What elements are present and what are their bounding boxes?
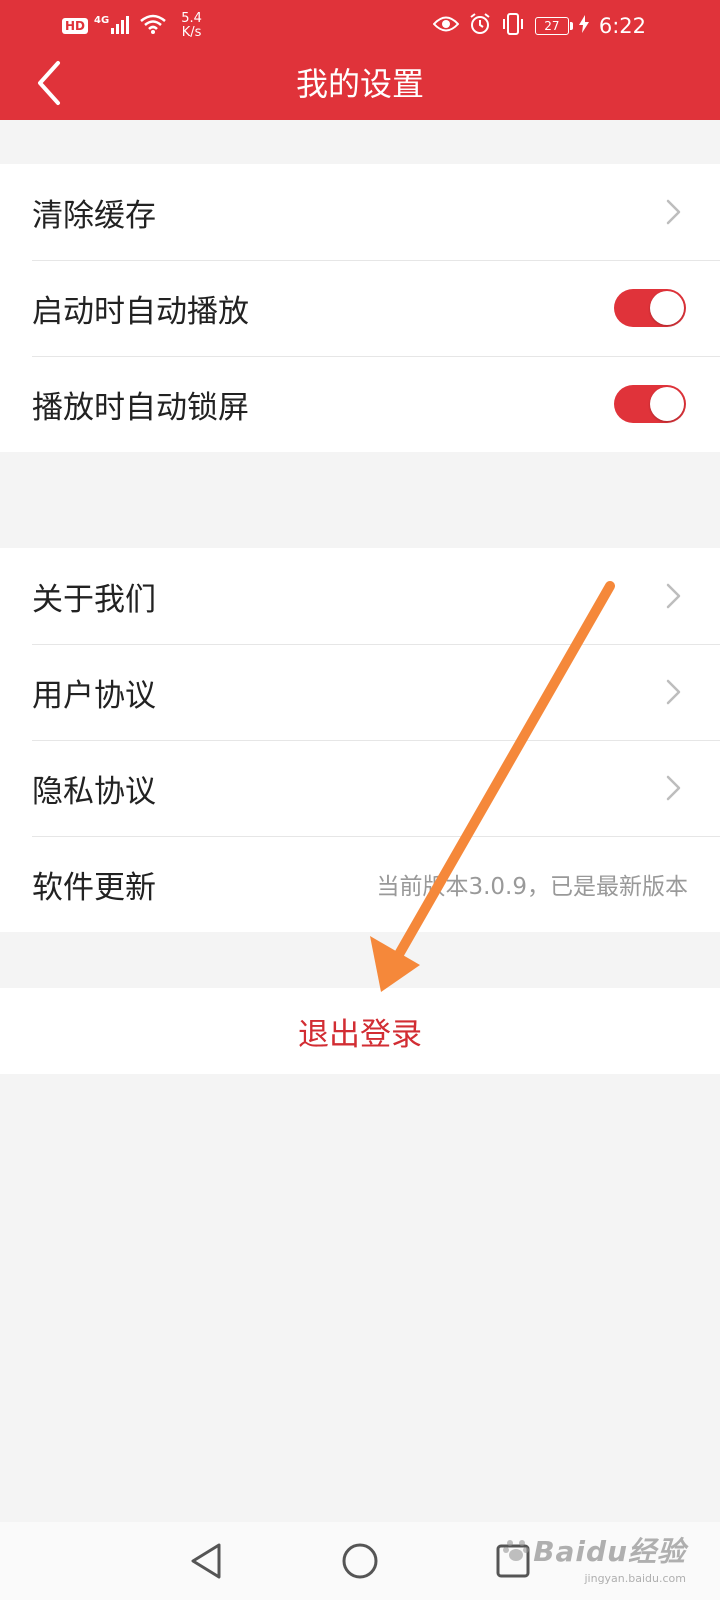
- net-speed-unit: K/s: [181, 25, 202, 40]
- vibrate-icon: [501, 13, 525, 39]
- signal-icon: [111, 14, 133, 38]
- logout-label: 退出登录: [298, 1016, 422, 1053]
- net-speed-value: 5.4: [181, 11, 202, 26]
- page-title: 我的设置: [295, 65, 424, 103]
- circle-home-icon: [342, 1543, 378, 1579]
- auto-lock-on-play-toggle[interactable]: [614, 385, 686, 423]
- auto-lock-on-play-row: 播放时自动锁屏: [0, 356, 720, 452]
- row-label: 启动时自动播放: [32, 293, 249, 330]
- toggle-knob: [650, 387, 684, 421]
- eye-icon: [432, 15, 460, 37]
- clock: 6:22: [598, 14, 646, 38]
- row-label: 清除缓存: [32, 197, 156, 234]
- nav-back-button[interactable]: [183, 1538, 229, 1584]
- watermark-logo: Baidu经验: [503, 1530, 686, 1570]
- row-label: 播放时自动锁屏: [32, 389, 249, 426]
- row-label: 隐私协议: [32, 773, 156, 810]
- autoplay-on-start-toggle[interactable]: [614, 289, 686, 327]
- autoplay-on-start-row: 启动时自动播放: [0, 260, 720, 356]
- chevron-right-icon: [666, 775, 681, 801]
- row-label: 关于我们: [32, 581, 156, 618]
- app-header: HD 4G 5.4 K/s 27 6:22 我的设置: [0, 0, 720, 120]
- watermark-logo-text: Baidu经验: [533, 1535, 686, 1568]
- row-label: 软件更新: [32, 869, 156, 906]
- battery-indicator: 27: [534, 17, 573, 35]
- alarm-icon: [469, 13, 491, 39]
- row-label: 用户协议: [32, 677, 156, 714]
- wifi-icon: [139, 13, 167, 39]
- net-speed: 5.4 K/s: [181, 12, 202, 40]
- settings-group-general: 清除缓存 启动时自动播放 播放时自动锁屏: [0, 164, 720, 452]
- clear-cache-row[interactable]: 清除缓存: [0, 164, 720, 260]
- watermark-url: jingyan.baidu.com: [584, 1572, 686, 1585]
- chevron-right-icon: [666, 679, 681, 705]
- status-bar-left: HD 4G 5.4 K/s: [62, 8, 202, 44]
- baidu-jingyan-watermark: Baidu经验 jingyan.baidu.com: [503, 1530, 686, 1585]
- user-agreement-row[interactable]: 用户协议: [0, 644, 720, 740]
- version-status: 当前版本3.0.9，已是最新版本: [376, 874, 688, 900]
- chevron-right-icon: [666, 199, 681, 225]
- charging-icon: [578, 15, 589, 37]
- logout-button[interactable]: 退出登录: [0, 988, 720, 1074]
- settings-group-info: 关于我们 用户协议 隐私协议 软件更新 当前版本3.0.9，已是最新版本: [0, 548, 720, 932]
- triangle-back-icon: [191, 1543, 221, 1579]
- about-us-row[interactable]: 关于我们: [0, 548, 720, 644]
- toggle-knob: [650, 291, 684, 325]
- paw-icon: [503, 1540, 530, 1561]
- nav-home-button[interactable]: [337, 1538, 383, 1584]
- hd-badge: HD: [62, 18, 89, 34]
- status-bar-right: 27 6:22: [432, 8, 646, 44]
- chevron-right-icon: [666, 583, 681, 609]
- software-update-row[interactable]: 软件更新 当前版本3.0.9，已是最新版本: [0, 836, 720, 932]
- network-type: 4G: [94, 14, 110, 26]
- privacy-agreement-row[interactable]: 隐私协议: [0, 740, 720, 836]
